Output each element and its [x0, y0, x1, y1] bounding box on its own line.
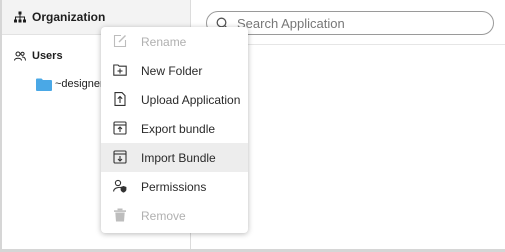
- menu-item-label: Rename: [141, 35, 187, 49]
- users-label: Users: [32, 50, 63, 62]
- permissions-icon: [113, 179, 127, 193]
- menu-item-label: Import Bundle: [141, 151, 216, 165]
- menu-item-label: Upload Application: [141, 93, 241, 107]
- search-box[interactable]: [206, 11, 494, 35]
- menu-item-remove: Remove: [101, 201, 248, 230]
- upload-icon: [114, 92, 126, 106]
- export-icon: [113, 121, 127, 135]
- menu-item-label: Export bundle: [141, 122, 216, 136]
- menu-item-new-folder[interactable]: New Folder: [101, 56, 248, 85]
- folder-icon: [36, 78, 52, 91]
- organization-label: Organization: [32, 10, 106, 24]
- context-menu: Rename New Folder Upload Application Exp…: [101, 27, 248, 233]
- users-icon: [14, 51, 26, 61]
- trash-icon: [114, 208, 126, 222]
- menu-item-upload-application[interactable]: Upload Application: [101, 85, 248, 114]
- designer-label: ~designer: [55, 78, 104, 90]
- menu-item-permissions[interactable]: Permissions: [101, 172, 248, 201]
- menu-item-label: Remove: [141, 209, 186, 223]
- menu-item-label: New Folder: [141, 64, 203, 78]
- search-input[interactable]: [237, 14, 487, 32]
- new-folder-icon: [113, 64, 127, 76]
- menu-item-label: Permissions: [141, 180, 207, 194]
- menu-item-rename: Rename: [101, 27, 248, 56]
- hierarchy-icon: [14, 11, 26, 23]
- rename-icon: [113, 34, 127, 48]
- menu-item-export-bundle[interactable]: Export bundle: [101, 114, 248, 143]
- menu-item-import-bundle[interactable]: Import Bundle: [101, 143, 248, 172]
- import-icon: [113, 150, 127, 164]
